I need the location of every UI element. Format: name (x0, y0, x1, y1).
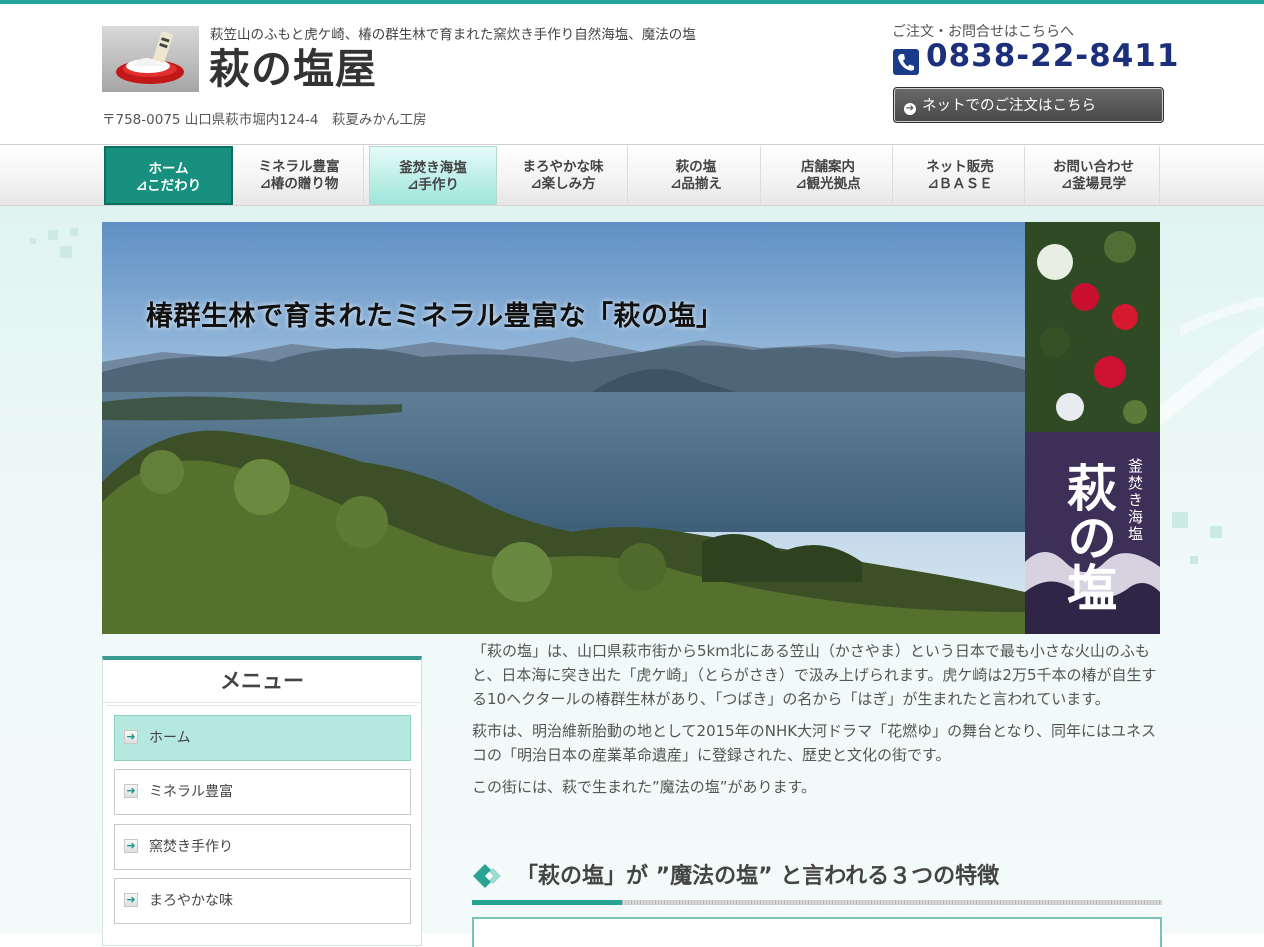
nav-item-store[interactable]: 店舗案内 ⊿観光拠点 (764, 146, 893, 205)
nav-label: お問い合わせ (1053, 159, 1134, 175)
section-divider-accent (472, 900, 622, 905)
hero-side-subtitle: 釜焚き海塩 (1126, 458, 1144, 543)
sidebar-item-label: まろやかな味 (149, 893, 233, 909)
decor-square (60, 246, 72, 258)
arrow-right-icon: ➜ (124, 784, 138, 798)
decor-square (70, 228, 78, 236)
nav-item-taste[interactable]: まろやかな味 ⊿楽しみ方 (499, 146, 628, 205)
nav-label: まろやかな味 (522, 159, 604, 175)
store-address: 〒758-0075 山口県萩市堀内124-4 萩夏みかん工房 (102, 112, 427, 128)
sidebar-item-label: ホーム (149, 730, 191, 746)
nav-item-home[interactable]: ホーム ⊿こだわり (104, 146, 233, 205)
section-heading: 「萩の塩」が ”魔法の塩” と言われる３つの特徴 (472, 855, 1162, 905)
hero-caption: 椿群生林で育まれたミネラル豊富な「萩の塩」 (146, 301, 724, 332)
hero-side-banner: 萩の塩 釜焚き海塩 (1025, 222, 1160, 634)
sidebar-menu: メニュー ➜ ホーム ➜ ミネラル豊富 ➜ 窯焚き手作り ➜ まろやかな味 (102, 656, 422, 946)
nav-item-contact[interactable]: お問い合わせ ⊿釜場見学 (1028, 146, 1160, 205)
nav-sublabel: ⊿楽しみ方 (530, 176, 596, 192)
sidebar-item-mineral[interactable]: ➜ ミネラル豊富 (114, 769, 411, 815)
sidebar-item-label: ミネラル豊富 (149, 784, 233, 800)
arrow-right-icon: ➜ (124, 839, 138, 853)
arrow-right-icon: ➜ (124, 730, 138, 744)
nav-sublabel: ⊿ＢＡＳＥ (927, 176, 993, 192)
nav-sublabel: ⊿観光拠点 (795, 176, 861, 192)
decor-square (1210, 526, 1222, 538)
decor-swoosh (1160, 296, 1264, 426)
nav-item-products[interactable]: 萩の塩 ⊿品揃え (632, 146, 761, 205)
phone-icon (893, 49, 919, 75)
decor-square (48, 230, 58, 240)
nav-label: 店舗案内 (801, 159, 855, 175)
phone-number[interactable]: 0838-22-8411 (926, 38, 1179, 74)
nav-sublabel: ⊿釜場見学 (1060, 176, 1127, 192)
sidebar-item-label: 窯焚き手作り (149, 839, 233, 855)
global-nav: ホーム ⊿こだわり ミネラル豊富 ⊿椿の贈り物 釜焚き海塩 ⊿手作り まろやかな… (0, 144, 1264, 206)
nav-item-kamadaki[interactable]: 釜焚き海塩 ⊿手作り (369, 146, 497, 205)
arrow-right-icon: ➔ (904, 103, 916, 115)
intro-paragraph: この街には、萩で生まれた”魔法の塩”があります。 (472, 778, 817, 796)
intro-text: 「萩の塩」は、山口県萩市街から5km北にある笠山（かさやま）という日本で最も小さ… (472, 639, 1162, 807)
section-heading-text: 「萩の塩」が ”魔法の塩” と言われる３つの特徴 (516, 864, 1000, 889)
sidebar-item-taste[interactable]: ➜ まろやかな味 (114, 878, 411, 924)
nav-item-mineral[interactable]: ミネラル豊富 ⊿椿の贈り物 (235, 146, 364, 205)
sidebar-item-kamadaki[interactable]: ➜ 窯焚き手作り (114, 824, 411, 870)
diamond-icon (473, 864, 501, 888)
decor-square (30, 238, 36, 244)
nav-sublabel: ⊿こだわり (135, 178, 202, 194)
order-online-button[interactable]: ➔ ネットでのご注文はこちら (893, 87, 1164, 123)
salt-dish-logo[interactable] (102, 26, 199, 92)
sidebar-menu-title: メニュー (103, 660, 421, 706)
nav-label: 萩の塩 (675, 159, 717, 175)
sidebar-item-home[interactable]: ➜ ホーム (114, 715, 411, 761)
nav-sublabel: ⊿手作り (407, 177, 459, 193)
intro-paragraph: 萩市は、明治維新胎動の地として2015年のNHK大河ドラマ「花燃ゆ」の舞台となり… (472, 722, 1157, 764)
decor-square (1190, 556, 1198, 564)
order-online-label: ネットでのご注文はこちら (922, 98, 1096, 114)
nav-label: ネット販売 (926, 159, 994, 175)
arrow-right-icon: ➜ (124, 893, 138, 907)
nav-sublabel: ⊿品揃え (670, 176, 722, 192)
nav-label: ミネラル豊富 (258, 159, 340, 175)
site-title[interactable]: 萩の塩屋 (209, 44, 377, 94)
nav-label: ホーム (148, 161, 189, 177)
site-tagline: 萩笠山のふもと虎ケ崎、椿の群生林で育まれた窯炊き手作り自然海塩、魔法の塩 (210, 27, 696, 43)
hero-side-title: 萩の塩 (1059, 462, 1118, 612)
site-header: 萩笠山のふもと虎ケ崎、椿の群生林で育まれた窯炊き手作り自然海塩、魔法の塩 萩の塩… (0, 4, 1264, 144)
nav-label: 釜焚き海塩 (399, 160, 467, 176)
nav-sublabel: ⊿椿の贈り物 (259, 176, 339, 192)
hero-landscape-image (102, 222, 1025, 634)
nav-item-base[interactable]: ネット販売 ⊿ＢＡＳＥ (896, 146, 1025, 205)
intro-paragraph: 「萩の塩」は、山口県萩市街から5km北にある笠山（かさやま）という日本で最も小さ… (472, 642, 1157, 708)
feature-box (472, 917, 1162, 947)
decor-square (1172, 512, 1188, 528)
